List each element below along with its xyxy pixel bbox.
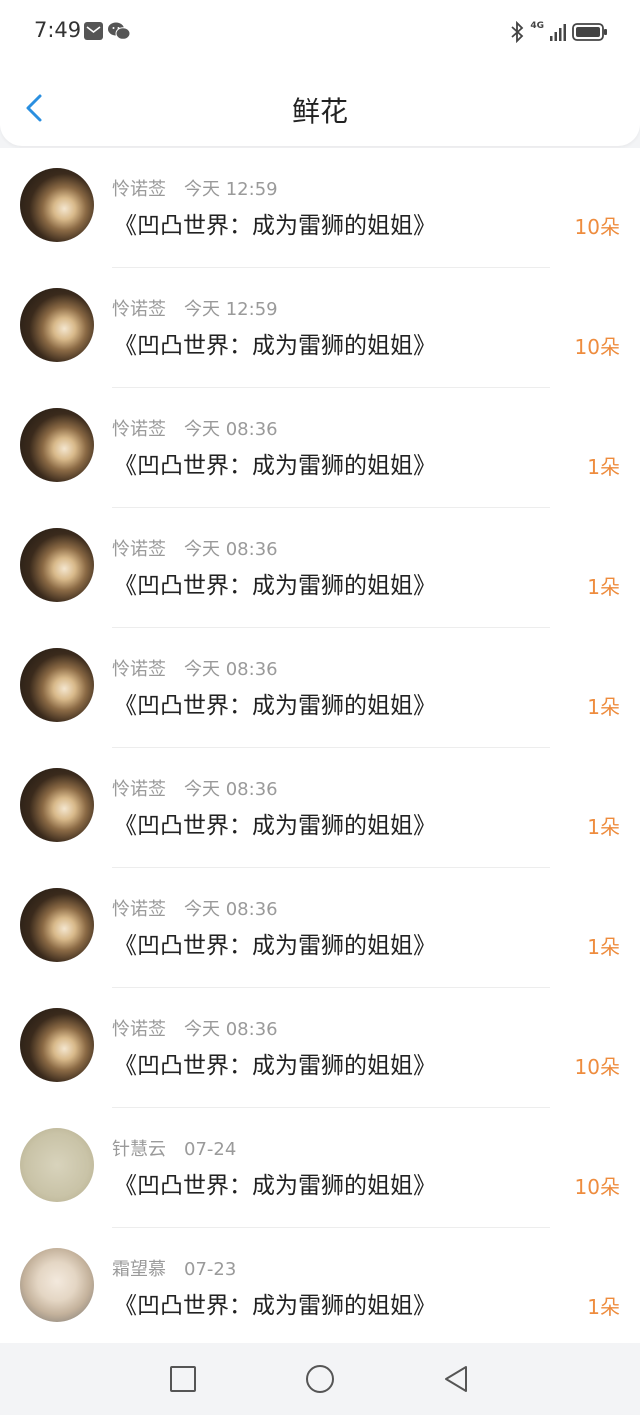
list-item[interactable]: 霜望慕 07-23 《凹凸世界：成为雷狮的姐姐》 1朵	[0, 1228, 640, 1348]
flower-count: 10朵	[574, 1055, 620, 1079]
book-title: 《凹凸世界：成为雷狮的姐姐》	[114, 693, 436, 719]
flower-count: 1朵	[587, 935, 620, 959]
notification-mail-icon	[84, 22, 103, 40]
list-item[interactable]: 怜诺莶 今天 08:36 《凹凸世界：成为雷狮的姐姐》 10朵	[0, 988, 640, 1108]
record-meta: 怜诺莶 今天 08:36	[112, 1015, 278, 1041]
book-title: 《凹凸世界：成为雷狮的姐姐》	[114, 1053, 436, 1079]
list-item[interactable]: 怜诺莶 今天 08:36 《凹凸世界：成为雷狮的姐姐》 1朵	[0, 748, 640, 868]
record-time: 07-23	[184, 1259, 237, 1280]
record-time: 今天 12:59	[184, 299, 278, 320]
flower-count: 1朵	[587, 695, 620, 719]
flower-count: 1朵	[587, 1295, 620, 1319]
list-item[interactable]: 怜诺莶 今天 12:59 《凹凸世界：成为雷狮的姐姐》 10朵	[0, 268, 640, 388]
record-meta: 针慧云 07-24	[112, 1135, 236, 1161]
record-meta: 怜诺莶 今天 08:36	[112, 535, 278, 561]
book-title: 《凹凸世界：成为雷狮的姐姐》	[114, 453, 436, 479]
flower-count: 1朵	[587, 815, 620, 839]
book-title: 《凹凸世界：成为雷狮的姐姐》	[114, 573, 436, 599]
record-time: 今天 08:36	[184, 539, 278, 560]
record-time: 今天 08:36	[184, 1019, 278, 1040]
avatar[interactable]	[20, 1008, 94, 1082]
header-bar: 鲜花	[0, 64, 640, 146]
avatar[interactable]	[20, 1128, 94, 1202]
record-time: 今天 12:59	[184, 179, 278, 200]
sender-name: 怜诺莶	[112, 419, 166, 440]
avatar[interactable]	[20, 408, 94, 482]
sender-name: 怜诺莶	[112, 899, 166, 920]
sender-name: 怜诺莶	[112, 1019, 166, 1040]
flower-count: 10朵	[574, 215, 620, 239]
record-time: 07-24	[184, 1139, 237, 1160]
avatar[interactable]	[20, 1248, 94, 1322]
record-time: 今天 08:36	[184, 779, 278, 800]
avatar[interactable]	[20, 888, 94, 962]
flower-count: 10朵	[574, 1175, 620, 1199]
record-meta: 怜诺莶 今天 08:36	[112, 775, 278, 801]
record-time: 今天 08:36	[184, 419, 278, 440]
recent-apps-icon[interactable]	[167, 1363, 199, 1395]
back-icon[interactable]	[440, 1363, 472, 1395]
record-meta: 怜诺莶 今天 08:36	[112, 655, 278, 681]
list-item[interactable]: 怜诺莶 今天 08:36 《凹凸世界：成为雷狮的姐姐》 1朵	[0, 508, 640, 628]
list-item[interactable]: 针慧云 07-24 《凹凸世界：成为雷狮的姐姐》 10朵	[0, 1108, 640, 1228]
status-bar: 7:49 4G	[0, 0, 640, 64]
bluetooth-icon	[511, 21, 524, 43]
record-meta: 怜诺莶 今天 12:59	[112, 175, 278, 201]
status-time: 7:49	[34, 18, 82, 42]
sender-name: 霜望慕	[112, 1259, 166, 1280]
avatar[interactable]	[20, 288, 94, 362]
sender-name: 怜诺莶	[112, 299, 166, 320]
sender-name: 怜诺莶	[112, 659, 166, 680]
book-title: 《凹凸世界：成为雷狮的姐姐》	[114, 1173, 436, 1199]
sender-name: 怜诺莶	[112, 539, 166, 560]
network-type-label: 4G	[530, 21, 544, 31]
book-title: 《凹凸世界：成为雷狮的姐姐》	[114, 813, 436, 839]
book-title: 《凹凸世界：成为雷狮的姐姐》	[114, 933, 436, 959]
record-meta: 怜诺莶 今天 08:36	[112, 415, 278, 441]
page-title: 鲜花	[291, 95, 348, 128]
flower-count: 1朵	[587, 575, 620, 599]
book-title: 《凹凸世界：成为雷狮的姐姐》	[114, 1293, 436, 1319]
list-item[interactable]: 怜诺莶 今天 12:59 《凹凸世界：成为雷狮的姐姐》 10朵	[0, 148, 640, 268]
avatar[interactable]	[20, 648, 94, 722]
avatar[interactable]	[20, 768, 94, 842]
sender-name: 怜诺莶	[112, 179, 166, 200]
sender-name: 怜诺莶	[112, 779, 166, 800]
book-title: 《凹凸世界：成为雷狮的姐姐》	[114, 333, 436, 359]
flower-count: 10朵	[574, 335, 620, 359]
list-item[interactable]: 怜诺莶 今天 08:36 《凹凸世界：成为雷狮的姐姐》 1朵	[0, 868, 640, 988]
flower-record-list: 怜诺莶 今天 12:59 《凹凸世界：成为雷狮的姐姐》 10朵 怜诺莶 今天 12:59 《…	[0, 148, 640, 1348]
record-meta: 霜望慕 07-23	[112, 1255, 236, 1281]
signal-icon	[550, 24, 566, 41]
notification-wechat-icon	[108, 22, 130, 40]
record-meta: 怜诺莶 今天 08:36	[112, 895, 278, 921]
system-nav-bar	[0, 1343, 640, 1415]
book-title: 《凹凸世界：成为雷狮的姐姐》	[114, 213, 436, 239]
home-icon[interactable]	[304, 1363, 336, 1395]
flower-count: 1朵	[587, 455, 620, 479]
record-time: 今天 08:36	[184, 899, 278, 920]
sender-name: 针慧云	[112, 1139, 166, 1160]
avatar[interactable]	[20, 168, 94, 242]
status-right-icons: 4G	[510, 20, 608, 44]
list-item[interactable]: 怜诺莶 今天 08:36 《凹凸世界：成为雷狮的姐姐》 1朵	[0, 388, 640, 508]
record-meta: 怜诺莶 今天 12:59	[112, 295, 278, 321]
list-item[interactable]: 怜诺莶 今天 08:36 《凹凸世界：成为雷狮的姐姐》 1朵	[0, 628, 640, 748]
avatar[interactable]	[20, 528, 94, 602]
record-time: 今天 08:36	[184, 659, 278, 680]
battery-icon	[572, 23, 607, 41]
